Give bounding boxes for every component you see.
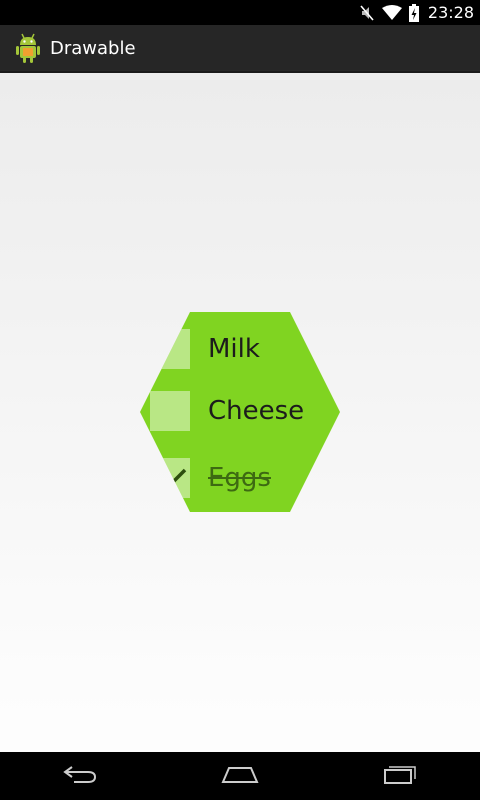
content-area: Milk Cheese Eggs <box>0 73 480 752</box>
nav-bar <box>0 752 480 800</box>
list-item-eggs[interactable]: Eggs <box>140 458 340 498</box>
checkbox-milk[interactable] <box>150 329 190 369</box>
android-icon[interactable] <box>14 32 42 64</box>
home-button[interactable] <box>200 752 280 800</box>
item-label: Eggs <box>208 463 271 493</box>
recents-button[interactable] <box>360 752 440 800</box>
item-label: Cheese <box>208 396 305 426</box>
recents-icon <box>383 763 417 790</box>
app-title: Drawable <box>50 37 136 59</box>
wifi-icon <box>381 4 402 21</box>
list-item-milk[interactable]: Milk <box>140 329 340 369</box>
status-time: 23:28 <box>427 3 474 22</box>
list-item-cheese[interactable]: Cheese <box>140 391 340 431</box>
checkbox-cheese[interactable] <box>150 391 190 431</box>
screen: 23:28 Drawable Milk Cheese Eggs <box>0 0 480 800</box>
action-bar: Drawable <box>0 25 480 73</box>
back-icon <box>62 763 98 790</box>
battery-icon <box>408 3 419 22</box>
status-icons: 23:28 <box>359 0 474 25</box>
mute-icon <box>359 4 375 22</box>
item-label: Milk <box>208 334 260 364</box>
status-bar: 23:28 <box>0 0 480 25</box>
home-icon <box>221 764 259 789</box>
checkmark-icon <box>150 458 190 498</box>
hexagon-drawable: Milk Cheese Eggs <box>140 312 340 512</box>
back-button[interactable] <box>40 752 120 800</box>
